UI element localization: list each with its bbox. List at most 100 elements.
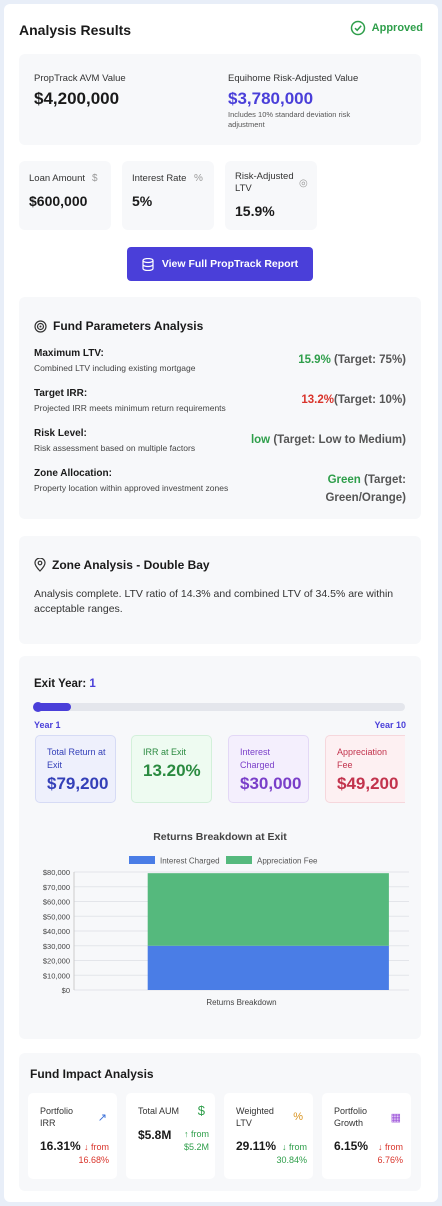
stat-appreciation-fee: Appreciation Fee $49,200 [325, 735, 405, 803]
stat-interest-charged: Interest Charged $30,000 [228, 735, 309, 803]
impact-delta: ↑ from $5.2M [184, 1128, 209, 1154]
exit-year-label: Exit Year: [34, 678, 87, 690]
delta-from: from [91, 1142, 109, 1152]
avm-label: PropTrack AVM Value [34, 73, 126, 84]
legend-label: Interest Charged [160, 857, 220, 866]
legend-swatch [226, 856, 252, 864]
param-target: (Target: 10%) [334, 394, 406, 406]
impact-card-total-aum: Total AUM $ $5.8M ↑ from $5.2M [126, 1093, 215, 1179]
exit-year-value: 1 [89, 678, 96, 690]
param-value-main: Green [327, 474, 361, 486]
impact-delta: ↓ from 30.84% [276, 1141, 307, 1167]
param-value: 13.2%(Target: 10%) [301, 391, 406, 409]
impact-label: Portfolio IRR [40, 1106, 74, 1128]
y-tick-label: $40,000 [43, 927, 70, 936]
y-tick-label: $20,000 [43, 957, 70, 966]
y-tick-label: $0 [62, 986, 70, 995]
exit-year-row: Exit Year: 1 [34, 678, 96, 690]
avm-value: $4,200,000 [34, 89, 120, 108]
slider-max-label: Year 10 [374, 720, 406, 730]
legend-swatch [129, 856, 155, 864]
loan-amount-label: Loan Amount [29, 173, 85, 184]
valuation-panel: PropTrack AVM Value $4,200,000 Equihome … [19, 54, 421, 145]
target-icon [34, 319, 47, 333]
stat-label: Appreciation Fee [337, 747, 388, 770]
param-value: low (Target: Low to Medium) [251, 431, 406, 449]
param-value-main: low [250, 434, 271, 446]
impact-delta: ↓ from 6.76% [377, 1141, 403, 1167]
x-tick-label: Returns Breakdown [206, 998, 276, 1007]
param-value-main: 13.2% [301, 394, 334, 406]
target-icon: ◎ [299, 178, 308, 189]
zone-analysis-title: Zone Analysis - Double Bay [52, 558, 210, 572]
impact-label: Total AUM [138, 1106, 180, 1116]
risk-adjusted-label: Equihome Risk-Adjusted Value [228, 73, 359, 84]
stat-label: Total Return at Exit [47, 747, 106, 770]
view-report-label: View Full PropTrack Report [161, 258, 299, 270]
exit-year-slider-handle[interactable] [33, 702, 43, 712]
stat-value: $79,200 [47, 774, 109, 793]
stat-value: $49,200 [337, 774, 399, 793]
zone-analysis-heading: Zone Analysis - Double Bay [34, 558, 210, 572]
param-desc: Property location within approved invest… [34, 483, 229, 493]
param-row-max-ltv: Maximum LTV: Combined LTV including exis… [34, 348, 406, 374]
chart-icon: ▦ [390, 1112, 401, 1124]
map-pin-icon [34, 558, 46, 572]
y-tick-label: $50,000 [43, 912, 70, 921]
param-target: (Target: 75%) [334, 354, 406, 366]
param-row-target-irr: Target IRR: Projected IRR meets minimum … [34, 388, 406, 414]
stat-value: $30,000 [240, 774, 302, 793]
impact-label: Weighted LTV [236, 1106, 274, 1128]
risk-ltv-label: Risk-Adjusted LTV [235, 171, 294, 194]
risk-adjusted-value: $3,780,000 [228, 89, 314, 108]
results-header: Analysis Results Approved [19, 20, 423, 46]
stat-label: IRR at Exit [143, 747, 187, 757]
param-value: Green (Target: Green/Orange) [296, 471, 406, 507]
param-target: (Target: Low to Medium) [273, 434, 406, 446]
slider-min-label: Year 1 [34, 720, 61, 730]
impact-card-portfolio-irr: Portfolio IRR ↗ 16.31% ↓ from 16.68% [28, 1093, 117, 1179]
approved-badge: Approved [350, 20, 423, 36]
interest-rate-label: Interest Rate [132, 173, 187, 184]
param-value-main: 15.9% [298, 354, 331, 366]
dollar-icon: $ [197, 1103, 205, 1118]
zone-analysis-text: Analysis complete. LTV ratio of 14.3% an… [34, 588, 394, 615]
delta-prev: $5.2M [183, 1142, 209, 1152]
delta-prev: 6.76% [377, 1155, 403, 1165]
chart-title: Returns Breakdown at Exit [153, 831, 287, 843]
trending-up-icon: ↗ [97, 1112, 107, 1124]
delta-prev: 30.84% [276, 1155, 307, 1165]
delta-from: from [385, 1142, 403, 1152]
loan-amount-value: $600,000 [29, 193, 88, 209]
fund-parameters-panel: Fund Parameters Analysis Maximum LTV: Co… [19, 297, 421, 519]
bar-segment [147, 873, 389, 946]
stat-total-return: Total Return at Exit $79,200 [35, 735, 116, 803]
impact-value: $5.8M [138, 1128, 172, 1142]
delta-arrow: ↑ [183, 1129, 189, 1139]
page-title: Analysis Results [19, 22, 132, 38]
interest-rate-value: 5% [132, 193, 153, 209]
exit-year-slider-track[interactable] [33, 702, 405, 712]
risk-adjustment-note: Includes 10% standard deviation risk adj… [228, 110, 351, 129]
loan-amount-card: Loan Amount $ $600,000 [19, 161, 111, 230]
returns-breakdown-chart: Returns Breakdown at Exit Interest Charge… [43, 831, 409, 1007]
delta-arrow: ↓ [83, 1142, 89, 1152]
check-circle-icon [350, 20, 365, 36]
y-tick-label: $60,000 [43, 898, 70, 907]
fund-impact-title: Fund Impact Analysis [30, 1067, 154, 1081]
y-tick-label: $80,000 [43, 868, 70, 877]
approved-label: Approved [371, 22, 423, 34]
y-tick-label: $30,000 [43, 942, 70, 951]
interest-rate-card: Interest Rate % 5% [122, 161, 214, 230]
percent-icon: % [293, 1111, 303, 1123]
impact-value: 6.15% [334, 1139, 369, 1153]
risk-ltv-card: Risk-Adjusted LTV ◎ 15.9% [225, 161, 317, 230]
delta-from: from [191, 1129, 209, 1139]
impact-label: Portfolio Growth [334, 1106, 368, 1128]
stat-label: Interest Charged [240, 747, 275, 770]
zone-analysis-panel: Zone Analysis - Double Bay Analysis comp… [19, 536, 421, 644]
impact-card-portfolio-growth: Portfolio Growth ▦ 6.15% ↓ from 6.76% [322, 1093, 411, 1179]
view-report-button[interactable]: View Full PropTrack Report [127, 247, 313, 281]
stat-value: 13.20% [143, 761, 201, 780]
delta-from: from [289, 1142, 307, 1152]
